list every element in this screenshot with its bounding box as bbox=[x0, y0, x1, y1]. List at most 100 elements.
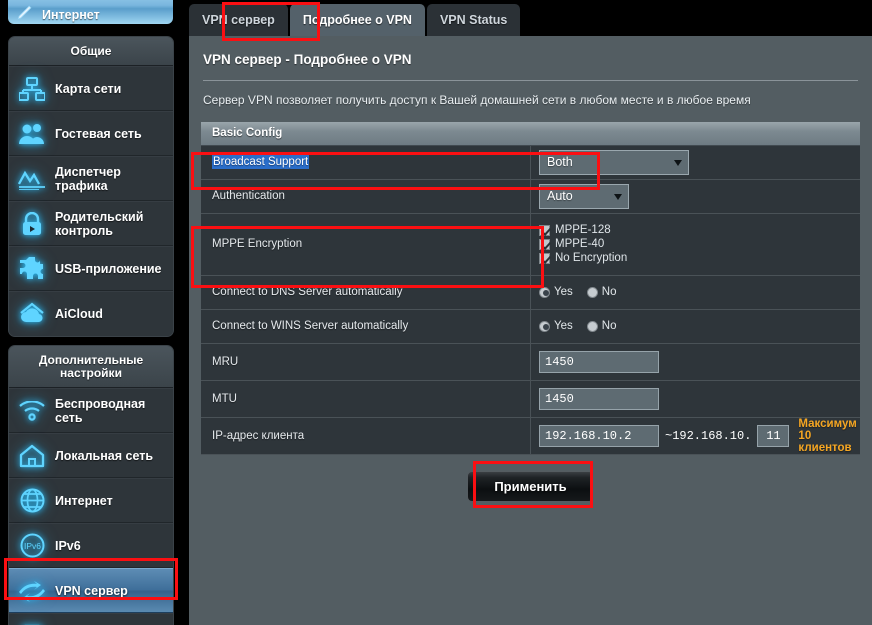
sidebar-item-label: Локальная сеть bbox=[55, 448, 154, 463]
checkbox-mppe-128[interactable] bbox=[539, 224, 550, 236]
sidebar-group-advanced: Дополнительные настройки Беспроводная се… bbox=[8, 345, 174, 625]
traffic-manager-icon bbox=[9, 168, 55, 190]
sidebar-item-firewall[interactable]: Брандмауэр bbox=[9, 613, 173, 625]
main-content: VPN сервер Подробнее о VPN VPN Status VP… bbox=[180, 0, 872, 625]
radio-label-yes: Yes bbox=[554, 286, 573, 298]
sidebar-item-wireless[interactable]: Беспроводная сеть bbox=[9, 388, 173, 433]
checkbox-row-no-encryption[interactable]: No Encryption bbox=[539, 252, 860, 264]
sidebar-item-label: Родительский контроль bbox=[55, 209, 144, 238]
radio-label-no: No bbox=[601, 320, 617, 332]
network-map-icon bbox=[9, 76, 55, 101]
label-mru: MRU bbox=[201, 342, 531, 381]
table-row-authentication: Authentication Auto bbox=[201, 178, 860, 214]
sidebar-item-lan[interactable]: Локальная сеть bbox=[9, 433, 173, 478]
mtu-input[interactable] bbox=[539, 387, 659, 410]
label-broadcast-support: Broadcast Support bbox=[201, 144, 531, 180]
table-row-mppe-encryption: MPPE Encryption MPPE-128 MPPE-40 No Encr… bbox=[201, 212, 860, 276]
label-mtu: MTU bbox=[201, 379, 531, 418]
table-row-client-ip: IP-адрес клиента ~192.168.10. Максимум 1… bbox=[201, 416, 860, 455]
radio-dns-no[interactable] bbox=[586, 286, 598, 298]
authentication-select[interactable]: Auto bbox=[539, 183, 629, 209]
table-row-mtu: MTU bbox=[201, 379, 860, 418]
radio-label-no: No bbox=[601, 286, 617, 298]
tab-vpn-details[interactable]: Подробнее о VPN bbox=[289, 4, 425, 36]
sidebar-group-general: Общие Карта сети Гостевая сеть Диспетчер… bbox=[8, 36, 174, 337]
radio-wins-no[interactable] bbox=[586, 320, 598, 332]
sidebar-item-internet[interactable]: Интернет bbox=[9, 478, 173, 523]
broadcast-support-label-text: Broadcast Support bbox=[212, 155, 310, 169]
radio-group-dns: Yes No bbox=[539, 286, 860, 298]
client-ip-note: Максимум 10 клиентов bbox=[798, 417, 857, 454]
sidebar-item-vpn-server[interactable]: VPN сервер bbox=[9, 568, 173, 613]
apply-button-area: Применить bbox=[189, 470, 872, 502]
checkbox-label: MPPE-40 bbox=[555, 238, 605, 250]
checkbox-label: MPPE-128 bbox=[555, 224, 611, 236]
sidebar-item-usb-application[interactable]: USB-приложение bbox=[9, 246, 173, 291]
basic-config-table: Basic Config Broadcast Support Both Auth… bbox=[201, 122, 860, 455]
client-ip-start-input[interactable] bbox=[539, 424, 659, 447]
label-authentication: Authentication bbox=[201, 178, 531, 214]
svg-text:IPv6: IPv6 bbox=[23, 541, 40, 551]
sidebar-item-label: Гостевая сеть bbox=[55, 126, 142, 141]
checkbox-label: No Encryption bbox=[555, 252, 628, 264]
checkbox-row-mppe-40[interactable]: MPPE-40 bbox=[539, 238, 860, 250]
label-mppe-encryption: MPPE Encryption bbox=[201, 212, 531, 276]
lan-home-icon bbox=[9, 444, 55, 468]
client-ip-separator: ~192.168.10. bbox=[665, 428, 752, 443]
sidebar-item-label: Беспроводная сеть bbox=[55, 396, 146, 425]
radio-label-yes: Yes bbox=[554, 320, 573, 332]
sidebar-top-item-internet[interactable]: Интернет bbox=[8, 0, 173, 24]
page-title: VPN сервер - Подробнее о VPN bbox=[203, 52, 412, 67]
mru-input[interactable] bbox=[539, 350, 659, 373]
table-row-dns-auto: Connect to DNS Server automatically Yes … bbox=[201, 274, 860, 310]
sidebar-top-item-label: Интернет bbox=[42, 8, 100, 22]
parental-control-lock-icon bbox=[9, 211, 55, 236]
sidebar-item-label: Интернет bbox=[55, 493, 113, 508]
sidebar-item-network-map[interactable]: Карта сети bbox=[9, 66, 173, 111]
broadcast-support-select[interactable]: Both bbox=[539, 149, 689, 175]
vpn-server-icon bbox=[9, 580, 55, 602]
sidebar-item-parental-control[interactable]: Родительский контроль bbox=[9, 201, 173, 246]
ipv6-globe-icon: IPv6 bbox=[9, 533, 55, 558]
sidebar: Интернет Общие Карта сети Гостевая сеть … bbox=[0, 0, 180, 625]
aicloud-icon bbox=[9, 302, 55, 326]
globe-icon bbox=[9, 488, 55, 513]
sidebar-item-label: AiCloud bbox=[55, 307, 103, 321]
radio-dns-yes[interactable] bbox=[539, 286, 550, 298]
section-header-basic-config: Basic Config bbox=[201, 122, 860, 146]
apply-button[interactable]: Применить bbox=[467, 470, 594, 502]
sidebar-item-guest-network[interactable]: Гостевая сеть bbox=[9, 111, 173, 156]
authentication-select-wrap: Auto bbox=[539, 183, 629, 209]
sidebar-item-label: Карта сети bbox=[55, 81, 122, 96]
label-dns-auto: Connect to DNS Server automatically bbox=[201, 274, 531, 310]
wifi-icon bbox=[9, 400, 55, 421]
page-description: Сервер VPN позволяет получить доступ к В… bbox=[203, 93, 751, 107]
sidebar-item-traffic-manager[interactable]: Диспетчер трафика bbox=[9, 156, 173, 201]
tab-vpn-status[interactable]: VPN Status bbox=[426, 4, 521, 36]
radio-group-wins: Yes No bbox=[539, 320, 860, 332]
pencil-icon bbox=[8, 2, 42, 22]
broadcast-support-select-wrap: Both bbox=[539, 149, 689, 175]
tab-vpn-server[interactable]: VPN сервер bbox=[189, 4, 288, 36]
sidebar-group-header-advanced: Дополнительные настройки bbox=[9, 346, 173, 388]
checkbox-row-mppe-128[interactable]: MPPE-128 bbox=[539, 224, 860, 236]
tab-bar: VPN сервер Подробнее о VPN VPN Status bbox=[180, 0, 872, 36]
table-row-broadcast-support: Broadcast Support Both bbox=[201, 144, 860, 180]
sidebar-item-ipv6[interactable]: IPv6 IPv6 bbox=[9, 523, 173, 568]
checkbox-no-encryption[interactable] bbox=[539, 252, 550, 264]
sidebar-group-header-general: Общие bbox=[9, 37, 173, 66]
checkbox-mppe-40[interactable] bbox=[539, 238, 550, 250]
radio-wins-yes[interactable] bbox=[539, 320, 550, 332]
sidebar-item-label: USB-приложение bbox=[55, 261, 162, 276]
table-row-mru: MRU bbox=[201, 342, 860, 381]
client-ip-row: ~192.168.10. Максимум 10 клиентов bbox=[539, 418, 860, 454]
sidebar-item-label: VPN сервер bbox=[55, 583, 128, 598]
sidebar-item-aicloud[interactable]: AiCloud bbox=[9, 291, 173, 336]
client-ip-end-input[interactable] bbox=[757, 424, 790, 447]
settings-panel: VPN сервер - Подробнее о VPN Сервер VPN … bbox=[189, 36, 872, 625]
guest-network-icon bbox=[9, 123, 55, 145]
sidebar-item-label: IPv6 bbox=[55, 538, 81, 553]
label-wins-auto: Connect to WINS Server automatically bbox=[201, 308, 531, 344]
sidebar-item-label: Диспетчер трафика bbox=[55, 164, 121, 193]
label-client-ip: IP-адрес клиента bbox=[201, 416, 531, 455]
